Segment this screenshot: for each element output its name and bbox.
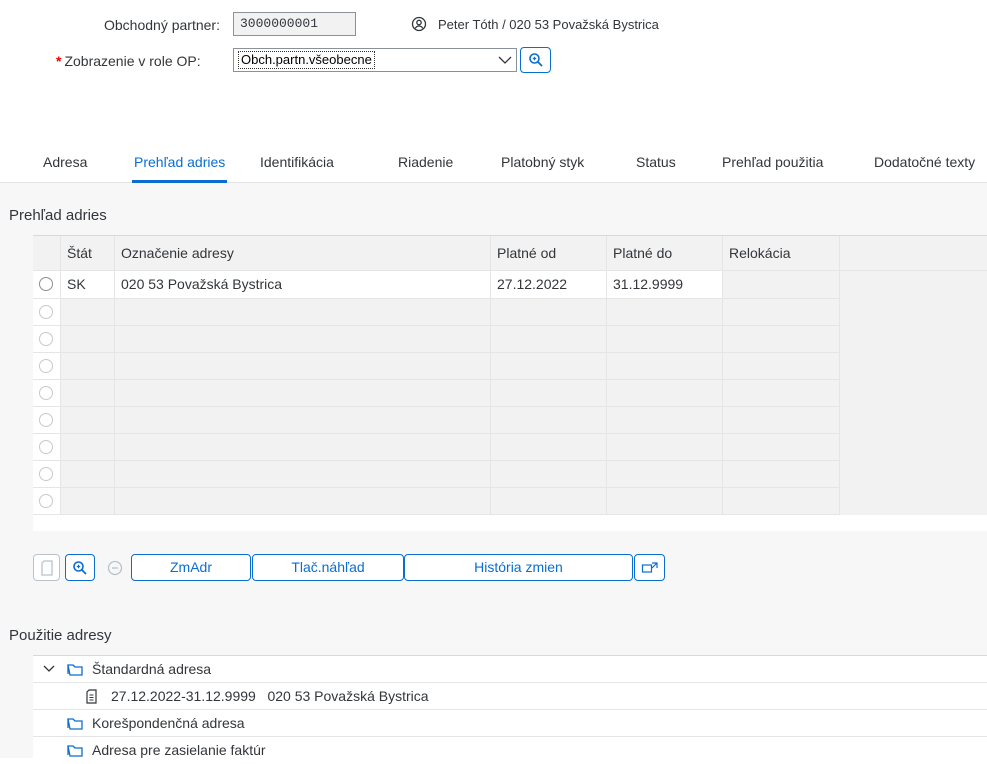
tab-prehlad-pouzitia[interactable]: Prehľad použitia bbox=[722, 154, 823, 170]
folder-icon bbox=[66, 743, 84, 758]
tree-node-standard-address[interactable]: Štandardná adresa bbox=[33, 656, 987, 683]
tab-platobny-styk[interactable]: Platobný styk bbox=[501, 154, 584, 170]
folder-icon bbox=[66, 662, 84, 677]
column-header-valid-from[interactable]: Platné od bbox=[491, 236, 607, 271]
column-header-designation[interactable]: Označenie adresy bbox=[115, 236, 491, 271]
tree-node-label: Korešpondenčná adresa bbox=[92, 715, 245, 731]
row-divider bbox=[61, 487, 840, 488]
row-radio bbox=[39, 332, 53, 346]
row-divider bbox=[61, 352, 840, 353]
column-header-filler bbox=[840, 236, 987, 271]
row-radio bbox=[39, 305, 53, 319]
tab-status[interactable]: Status bbox=[636, 154, 676, 170]
cell-relocation bbox=[723, 271, 840, 299]
chevron-down-icon[interactable] bbox=[43, 664, 55, 674]
tab-dodatocne-texty[interactable]: Dodatočné texty bbox=[874, 154, 975, 170]
role-label-text: Zobrazenie v role OP: bbox=[64, 53, 201, 69]
empty-row-selector bbox=[33, 461, 61, 488]
tab-identifikacia[interactable]: Identifikácia bbox=[260, 154, 334, 170]
display-address-button[interactable] bbox=[65, 554, 95, 581]
empty-row-selector bbox=[33, 326, 61, 353]
row-radio[interactable] bbox=[39, 277, 53, 291]
change-address-button[interactable]: ZmAdr bbox=[131, 554, 251, 581]
new-address-button[interactable] bbox=[33, 554, 60, 581]
address-usage-title: Použitie adresy bbox=[9, 627, 112, 644]
column-divider bbox=[490, 299, 491, 515]
person-icon bbox=[411, 16, 427, 32]
role-select-value: Obch.partn.všeobecne bbox=[238, 51, 375, 69]
column-header-relocation[interactable]: Relokácia bbox=[723, 236, 840, 271]
table-filler-area bbox=[840, 271, 987, 515]
empty-row-selector bbox=[33, 380, 61, 407]
cell-valid-to: 31.12.9999 bbox=[607, 271, 723, 299]
document-icon bbox=[86, 689, 99, 704]
search-icon bbox=[528, 52, 544, 68]
chevron-down-icon bbox=[498, 55, 512, 65]
table-row-selector[interactable] bbox=[33, 271, 61, 299]
print-preview-button[interactable]: Tlač.náhľad bbox=[252, 554, 404, 581]
row-radio bbox=[39, 386, 53, 400]
cell-country: SK bbox=[61, 271, 115, 299]
role-label: * Zobrazenie v role OP: bbox=[56, 53, 201, 69]
tab-prehlad-adries[interactable]: Prehľad adries bbox=[131, 154, 228, 183]
tab-adresa[interactable]: Adresa bbox=[43, 154, 87, 170]
row-divider bbox=[61, 325, 840, 326]
tree-node-address-entry[interactable]: 27.12.2022-31.12.9999 020 53 Považská By… bbox=[33, 683, 987, 710]
tab-riadenie[interactable]: Riadenie bbox=[398, 154, 453, 170]
row-radio bbox=[39, 359, 53, 373]
minus-circle-icon bbox=[107, 560, 123, 576]
required-mark: * bbox=[56, 53, 62, 69]
document-icon bbox=[40, 559, 54, 576]
address-table: Štát Označenie adresy Platné od Platné d… bbox=[33, 235, 987, 531]
empty-rows-body bbox=[61, 299, 840, 515]
empty-row-selector bbox=[33, 434, 61, 461]
role-select[interactable]: Obch.partn.všeobecne bbox=[233, 48, 517, 72]
row-divider bbox=[61, 379, 840, 380]
row-radio bbox=[39, 440, 53, 454]
row-divider bbox=[61, 433, 840, 434]
change-history-button[interactable]: História zmien bbox=[404, 554, 633, 581]
row-radio bbox=[39, 413, 53, 427]
external-window-icon bbox=[641, 561, 659, 575]
row-divider bbox=[61, 406, 840, 407]
empty-row-selector bbox=[33, 407, 61, 434]
empty-row-selector bbox=[33, 299, 61, 326]
tree-node-label: Štandardná adresa bbox=[92, 661, 212, 677]
column-divider bbox=[606, 299, 607, 515]
row-divider bbox=[61, 460, 840, 461]
cell-valid-from: 27.12.2022 bbox=[491, 271, 607, 299]
row-radio bbox=[39, 467, 53, 481]
column-divider bbox=[114, 299, 115, 515]
tree-node-label: Adresa pre zasielanie faktúr bbox=[92, 742, 266, 758]
column-header-country[interactable]: Štát bbox=[61, 236, 115, 271]
cell-designation: 020 53 Považská Bystrica bbox=[115, 271, 491, 299]
tree-node-correspondence-address[interactable]: Korešpondenčná adresa bbox=[33, 710, 987, 737]
column-divider bbox=[722, 299, 723, 515]
partner-field[interactable]: 3000000001 bbox=[233, 12, 356, 36]
partner-name: Peter Tóth / 020 53 Považská Bystrica bbox=[438, 17, 659, 32]
search-role-button[interactable] bbox=[520, 47, 551, 73]
row-selector-header bbox=[33, 236, 61, 271]
address-overview-title: Prehľad adries bbox=[9, 207, 107, 224]
empty-row-selector bbox=[33, 488, 61, 515]
row-radio bbox=[39, 494, 53, 508]
address-usage-tree: Štandardná adresa 27.12.2022-31.12.9999 … bbox=[33, 655, 987, 759]
folder-icon bbox=[66, 716, 84, 731]
partner-label: Obchodný partner: bbox=[104, 17, 220, 33]
tree-node-label: 27.12.2022-31.12.9999 020 53 Považská By… bbox=[111, 688, 429, 704]
tree-node-invoice-address[interactable]: Adresa pre zasielanie faktúr bbox=[33, 737, 987, 764]
column-header-valid-to[interactable]: Platné do bbox=[607, 236, 723, 271]
zoom-icon bbox=[72, 560, 88, 576]
detach-button[interactable] bbox=[634, 554, 665, 581]
delete-address-button[interactable] bbox=[103, 554, 127, 581]
empty-row-selector bbox=[33, 353, 61, 380]
tab-bar: Adresa Prehľad adries Identifikácia Riad… bbox=[0, 154, 987, 183]
